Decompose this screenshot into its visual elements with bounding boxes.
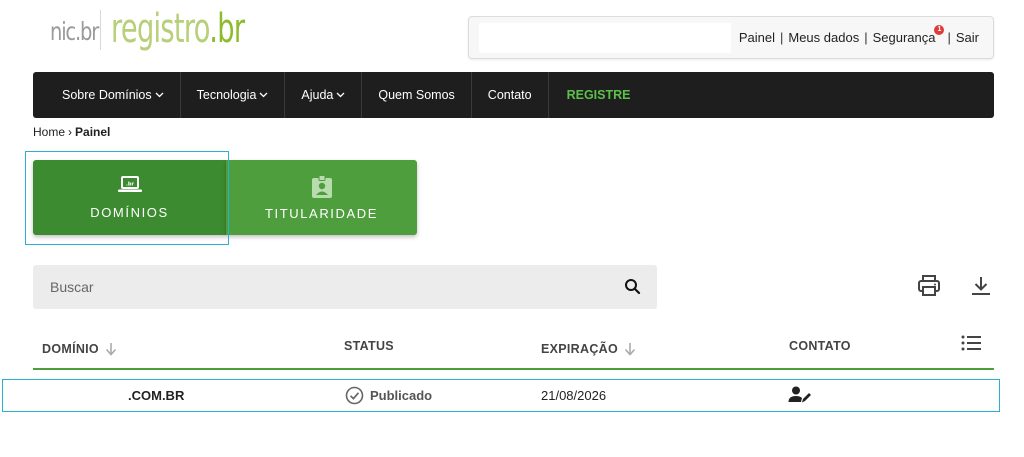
nav-item-label: Sobre Domínios xyxy=(62,88,152,102)
user-nav-separator: | xyxy=(947,30,951,45)
badge-icon xyxy=(311,174,332,198)
column-header-dominio[interactable]: DOMÍNIO xyxy=(42,342,117,356)
user-nav-seguranca[interactable]: Segurança xyxy=(873,30,936,45)
user-info-area xyxy=(479,23,731,53)
nav-item-label: Ajuda xyxy=(301,88,334,102)
nav-item-tecnologia[interactable]: Tecnologia xyxy=(181,72,286,118)
sort-down-icon[interactable] xyxy=(624,342,636,356)
logo-divider xyxy=(100,10,101,50)
breadcrumb-home[interactable]: Home xyxy=(33,125,65,139)
search-icon[interactable] xyxy=(624,278,641,295)
user-nav-separator: | xyxy=(864,30,868,45)
column-header-status: STATUS xyxy=(344,339,394,353)
download-icon[interactable] xyxy=(970,275,992,297)
chevron-down-icon xyxy=(336,92,345,98)
user-nav: Painel | Meus dados | Segurança 1 | Sair xyxy=(739,25,979,45)
table-header-divider xyxy=(33,368,994,370)
focus-highlight xyxy=(25,151,229,245)
nav-item-sobre-dominios[interactable]: Sobre Domínios xyxy=(33,72,181,118)
expiration-cell: 21/08/2026 xyxy=(541,388,607,403)
column-header-label: CONTATO xyxy=(789,339,851,353)
status-cell: Publicado xyxy=(345,386,432,405)
logo-dot: . xyxy=(209,6,218,52)
user-bar: Painel | Meus dados | Segurança 1 | Sair xyxy=(468,16,994,59)
nav-item-quem-somos[interactable]: Quem Somos xyxy=(362,72,472,118)
breadcrumb-separator: › xyxy=(68,125,73,139)
search-bar xyxy=(33,265,657,309)
breadcrumb: Home › Painel xyxy=(33,125,110,139)
user-nav-meus-dados[interactable]: Meus dados xyxy=(788,30,859,45)
main-nav: Sobre Domínios Tecnologia Ajuda Quem Som… xyxy=(33,72,994,118)
sort-down-icon[interactable] xyxy=(105,342,117,356)
column-header-expiracao[interactable]: EXPIRAÇÃO xyxy=(541,342,636,356)
user-nav-seguranca-wrap: Segurança 1 xyxy=(873,25,945,45)
nav-item-contato[interactable]: Contato xyxy=(472,72,549,118)
nav-item-label: Contato xyxy=(487,88,532,102)
logo-registro-text: registro xyxy=(111,6,210,52)
domain-cell[interactable]: .COM.BR xyxy=(128,388,184,403)
tab-titularidade[interactable]: TITULARIDADE xyxy=(226,160,417,235)
check-circle-icon xyxy=(345,386,364,405)
user-nav-separator: | xyxy=(779,30,784,45)
column-header-label: EXPIRAÇÃO xyxy=(541,342,619,356)
chevron-down-icon xyxy=(259,92,268,98)
nav-item-ajuda[interactable]: Ajuda xyxy=(285,72,363,118)
nav-item-label: REGISTRE xyxy=(566,88,631,102)
search-input[interactable] xyxy=(33,265,613,309)
nicbr-logo[interactable]: nic.br xyxy=(50,17,99,46)
notification-badge: 1 xyxy=(934,25,945,35)
nav-item-label: Tecnologia xyxy=(196,88,257,102)
chevron-down-icon xyxy=(155,92,164,98)
nav-item-registre[interactable]: REGISTRE xyxy=(549,72,647,118)
breadcrumb-current: Painel xyxy=(75,125,111,139)
status-label: Publicado xyxy=(370,388,433,403)
user-nav-sair[interactable]: Sair xyxy=(956,30,979,45)
print-icon[interactable] xyxy=(917,275,941,297)
column-header-contato: CONTATO xyxy=(789,339,851,353)
nav-item-label: Quem Somos xyxy=(378,88,455,102)
contact-edit-icon-svg xyxy=(788,386,811,403)
logo-br-text: br xyxy=(217,6,245,52)
user-nav-painel[interactable]: Painel xyxy=(739,30,775,45)
column-header-label: DOMÍNIO xyxy=(42,342,99,356)
registro-br-logo[interactable]: registro.br xyxy=(111,6,245,52)
tab-titularidade-label: TITULARIDADE xyxy=(264,205,379,221)
column-header-label: STATUS xyxy=(344,339,394,353)
contact-edit-icon[interactable] xyxy=(788,386,812,404)
list-columns-icon[interactable] xyxy=(961,335,982,351)
